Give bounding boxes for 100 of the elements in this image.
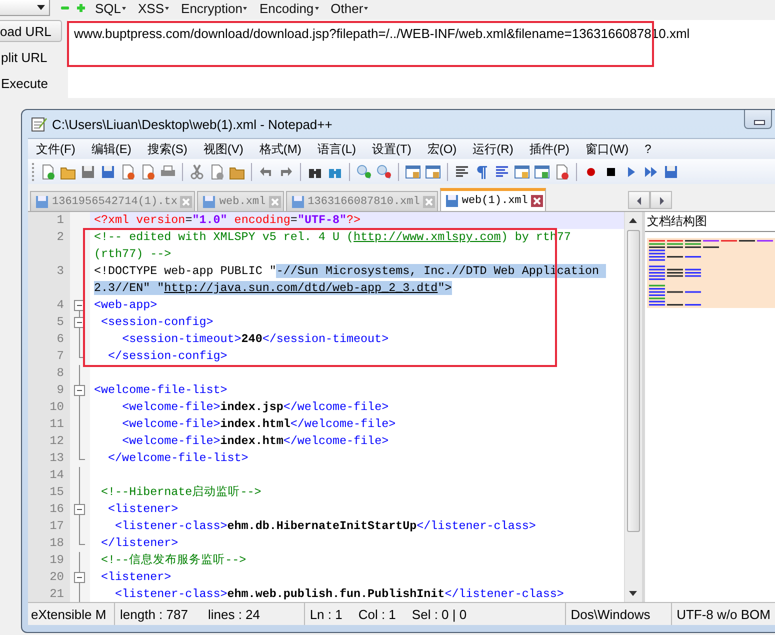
- menu-item[interactable]: ?: [636, 142, 660, 156]
- map-icon[interactable]: [534, 164, 550, 180]
- menu-item[interactable]: 文件(F): [28, 140, 84, 158]
- code-line: <welcome-file>index.html</welcome-file>: [121, 416, 397, 433]
- status-text: eXtensible M: [31, 606, 106, 622]
- menu-item[interactable]: 插件(P): [521, 140, 578, 158]
- file-tab[interactable]: web(1).xml: [440, 188, 546, 211]
- status-text: Sel : 0 | 0: [412, 606, 467, 622]
- close-icon[interactable]: [530, 195, 543, 207]
- menu-item[interactable]: 视图(V): [195, 140, 252, 158]
- caret-icon: [37, 5, 45, 10]
- code-line: <welcome-file-list>: [93, 382, 228, 399]
- line-number: 11: [48, 416, 65, 433]
- line-number: 17: [48, 518, 65, 535]
- pilcrow-icon[interactable]: [474, 164, 490, 180]
- scrollbar[interactable]: [624, 212, 642, 602]
- fold-end-line: [79, 535, 85, 545]
- fold-end-line: [79, 348, 85, 358]
- scroll-left-button[interactable]: [628, 191, 650, 209]
- dropdown[interactable]: [0, 0, 50, 16]
- line-number: 10: [48, 399, 65, 416]
- action-button[interactable]: plit URL: [0, 46, 62, 68]
- save-macro-icon[interactable]: [663, 164, 679, 180]
- code-line: <listener>: [100, 569, 172, 586]
- code-line: </listener>: [100, 535, 180, 552]
- status-text: length : 787: [120, 606, 188, 622]
- status-text: Col : 1: [358, 606, 396, 622]
- copy-icon[interactable]: [209, 164, 225, 180]
- notepad-icon: [30, 115, 48, 133]
- line-number: 15: [48, 484, 65, 501]
- close-all-icon[interactable]: [140, 164, 156, 180]
- menu-item[interactable]: 设置(T): [364, 140, 420, 158]
- fold-line: [79, 331, 80, 348]
- line-number: 3: [56, 263, 65, 280]
- menu-item[interactable]: 搜索(S): [139, 140, 196, 158]
- code-line: <listener>: [107, 501, 180, 518]
- line-number: 18: [48, 535, 65, 552]
- minimize-button[interactable]: [744, 110, 772, 129]
- fold-line: [79, 518, 80, 535]
- new-file-icon[interactable]: [40, 164, 56, 180]
- close-file-icon[interactable]: [120, 164, 136, 180]
- menu-button[interactable]: XSS: [135, 0, 172, 16]
- status-text: UTF-8 w/o BOM: [676, 606, 770, 622]
- menu-item[interactable]: 语言(L): [309, 140, 364, 158]
- menu-item[interactable]: 格式(M): [251, 140, 310, 158]
- status-text: Ln : 1: [310, 606, 342, 622]
- line-number: 13: [48, 450, 65, 467]
- code-line: <listener-class>ehm.db.HibernateInitStartUp</listener-class>: [114, 518, 537, 535]
- fold-end-line: [79, 450, 85, 460]
- save-icon: [202, 194, 216, 208]
- scroll-right-button[interactable]: [650, 191, 672, 209]
- menu-item[interactable]: 运行(R): [464, 140, 522, 158]
- fold-line: [79, 552, 80, 569]
- menu-item[interactable]: 编辑(E): [83, 140, 140, 158]
- line-number: 5: [56, 314, 65, 331]
- line-number: 6: [56, 331, 65, 348]
- code-line: </welcome-file-list>: [107, 450, 250, 467]
- menu-button[interactable]: Encryption: [178, 0, 250, 16]
- line-number: 19: [48, 552, 65, 569]
- document-icon[interactable]: [554, 164, 570, 180]
- menu-item[interactable]: 宏(O): [419, 140, 465, 158]
- line-number: 8: [56, 365, 65, 382]
- line-number: 12: [48, 433, 65, 450]
- line-number: 4: [56, 297, 65, 314]
- menu-button[interactable]: Other: [328, 0, 372, 16]
- lock-window-icon[interactable]: [425, 164, 441, 180]
- window-icon[interactable]: [514, 164, 530, 180]
- action-button[interactable]: oad URL: [0, 20, 62, 42]
- code-line: <!--Hibernate启动监听-->: [100, 484, 262, 501]
- line-number: 9: [56, 382, 65, 399]
- line-number: 7: [56, 348, 65, 365]
- indent-guide-icon[interactable]: [494, 164, 510, 180]
- line-number: 2: [56, 229, 65, 246]
- code-line: <!--信息发布服务监听-->: [100, 552, 248, 569]
- action-button[interactable]: Execute: [0, 72, 62, 94]
- code-line: <web-app>: [93, 297, 158, 314]
- code-line: <session-timeout>240</session-timeout>: [121, 331, 390, 348]
- status-text: Dos\Windows: [570, 606, 650, 622]
- zoom-in-icon[interactable]: [356, 164, 372, 180]
- status-text: lines : 24: [208, 606, 260, 622]
- menu-item[interactable]: 窗口(W): [577, 140, 637, 158]
- line-number: 16: [48, 501, 65, 518]
- code-line: <welcome-file>index.jsp</welcome-file>: [121, 399, 390, 416]
- save-icon: [444, 194, 459, 208]
- line-number: 21: [48, 586, 65, 602]
- save-icon[interactable]: [80, 164, 96, 180]
- wrap-icon[interactable]: [454, 164, 470, 180]
- menu-button[interactable]: SQL: [92, 0, 130, 16]
- code-line: <welcome-file>index.htm</welcome-file>: [121, 433, 390, 450]
- lock-window-icon[interactable]: [405, 164, 421, 180]
- code-line: <session-config>: [100, 314, 214, 331]
- scissors-icon[interactable]: [189, 164, 205, 180]
- line-number: 20: [48, 569, 65, 586]
- zoom-out-icon[interactable]: [376, 164, 392, 180]
- code-line: <listener-class>ehm.web.publish.fun.PublishInit</listener-class>: [114, 586, 565, 602]
- panel-title: 文档结构图: [645, 212, 775, 232]
- menu-button[interactable]: Encoding: [256, 0, 322, 16]
- line-number: 1: [56, 212, 65, 229]
- save-all-icon[interactable]: [100, 164, 116, 180]
- code-line: </session-config>: [107, 348, 228, 365]
